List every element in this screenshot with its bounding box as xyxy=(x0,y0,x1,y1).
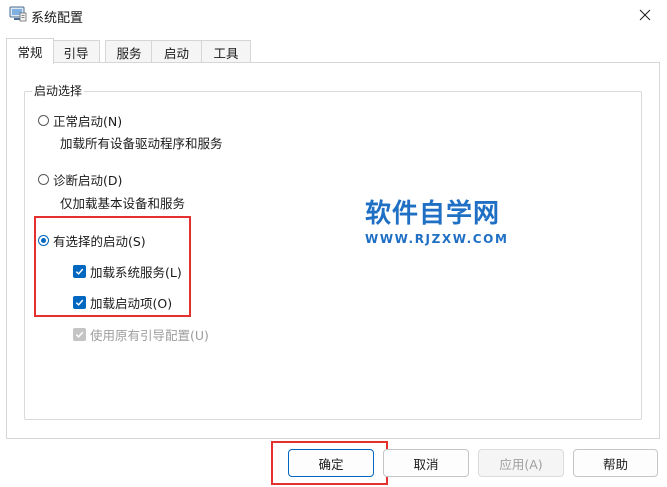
diagnostic-startup-label: 诊断启动(D) xyxy=(53,173,123,188)
tab-boot[interactable]: 引导 xyxy=(52,40,100,63)
normal-startup-desc: 加载所有设备驱动程序和服务 xyxy=(60,136,223,151)
watermark-url: WWW.RJZXW.COM xyxy=(365,232,509,246)
load-system-services-label: 加载系统服务(L) xyxy=(90,265,182,280)
load-startup-items-checkbox[interactable]: 加载启动项(O) xyxy=(73,293,172,312)
radio-indicator-selected xyxy=(38,235,49,246)
radio-indicator xyxy=(38,174,49,185)
window-title: 系统配置 xyxy=(31,11,84,26)
group-title: 启动选择 xyxy=(32,82,85,99)
diagnostic-startup-desc: 仅加载基本设备和服务 xyxy=(60,196,186,211)
selective-startup-label: 有选择的启动(S) xyxy=(53,234,146,249)
checkmark-icon xyxy=(73,328,86,341)
radio-indicator xyxy=(38,115,49,126)
load-startup-items-label: 加载启动项(O) xyxy=(90,296,173,311)
ok-button[interactable]: 确定 xyxy=(288,449,374,477)
normal-startup-radio[interactable]: 正常启动(N) xyxy=(38,111,122,130)
tab-tools[interactable]: 工具 xyxy=(201,40,251,63)
tab-general[interactable]: 常规 xyxy=(6,38,54,64)
help-button[interactable]: 帮助 xyxy=(573,449,658,477)
use-original-boot-checkbox: 使用原有引导配置(U) xyxy=(73,325,209,344)
apply-button: 应用(A) xyxy=(478,449,564,477)
cancel-button[interactable]: 取消 xyxy=(383,449,469,477)
tab-services[interactable]: 服务 xyxy=(105,40,153,63)
close-icon xyxy=(639,9,651,21)
watermark: 软件自学网 WWW.RJZXW.COM xyxy=(365,193,509,246)
selective-startup-radio[interactable]: 有选择的启动(S) xyxy=(38,231,146,250)
diagnostic-startup-radio[interactable]: 诊断启动(D) xyxy=(38,170,122,189)
title-bar: 系统配置 xyxy=(0,0,667,30)
load-system-services-checkbox[interactable]: 加载系统服务(L) xyxy=(73,262,182,281)
checkmark-icon xyxy=(73,265,86,278)
checkmark-icon xyxy=(73,296,86,309)
normal-startup-label: 正常启动(N) xyxy=(53,114,123,129)
use-original-boot-label: 使用原有引导配置(U) xyxy=(90,328,209,343)
watermark-title: 软件自学网 xyxy=(365,199,501,229)
tab-startup[interactable]: 启动 xyxy=(151,40,202,63)
msconfig-icon xyxy=(9,6,27,22)
close-button[interactable] xyxy=(623,0,667,30)
